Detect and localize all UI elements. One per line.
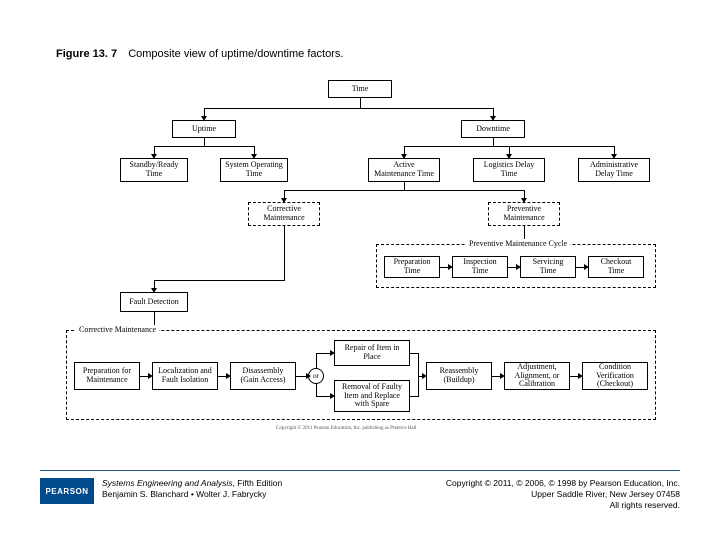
pearson-logo: PEARSON [40,478,94,504]
book-title: Systems Engineering and Analysis, [102,478,235,488]
node-pm-insp: Inspection Time [452,256,508,278]
node-cm-prep: Preparation for Maintenance [74,362,140,390]
pm-cycle-label: Preventive Maintenance Cycle [466,239,570,248]
node-time: Time [328,80,392,98]
figure-caption: Figure 13. 7 Composite view of uptime/do… [56,48,343,60]
node-uptime: Uptime [172,120,236,138]
node-active-maint: Active Maintenance Time [368,158,440,182]
node-standby: Standby/Ready Time [120,158,188,182]
figure-number: Figure 13. 7 [56,48,117,60]
node-cm-adj: Adjustment, Alignment, or Calibration [504,362,570,390]
node-corrective: Corrective Maintenance [248,202,320,226]
node-pm-serv: Servicing Time [520,256,576,278]
node-pm-prep: Preparation Time [384,256,440,278]
copyright-line-3: All rights reserved. [446,500,680,511]
book-authors: Benjamin S. Blanchard • Wolter J. Fabryc… [102,489,282,500]
figure-source-copyright: Copyright © 2011 Pearson Education, Inc.… [276,426,416,431]
copyright-block: Copyright © 2011, © 2006, © 1998 by Pear… [446,478,680,511]
copyright-line-2: Upper Saddle River, New Jersey 07458 [446,489,680,500]
footer: PEARSON Systems Engineering and Analysis… [40,478,680,511]
node-preventive: Preventive Maintenance [488,202,560,226]
node-cm-ver: Condition Verification (Checkout) [582,362,648,390]
node-admin-delay: Administrative Delay Time [578,158,650,182]
node-cm-dis: Disassembly (Gain Access) [230,362,296,390]
figure-title: Composite view of uptime/downtime factor… [128,48,343,60]
node-cm-rep-swap: Removal of Faulty Item and Replace with … [334,380,410,412]
node-log-delay: Logistics Delay Time [473,158,545,182]
diagram-area: Time Uptime Downtime Standby/Ready Time … [56,80,664,440]
node-sysop: System Operating Time [220,158,288,182]
cm-cycle-label: Corrective Maintenance [76,325,159,334]
node-fault-detection: Fault Detection [120,292,188,312]
node-downtime: Downtime [461,120,525,138]
copyright-line-1: Copyright © 2011, © 2006, © 1998 by Pear… [446,478,680,489]
publisher-block: PEARSON Systems Engineering and Analysis… [40,478,282,511]
node-cm-reass: Reassembly (Buildup) [426,362,492,390]
node-cm-loc: Localization and Fault Isolation [152,362,218,390]
book-edition: Fifth Edition [237,478,282,488]
book-info: Systems Engineering and Analysis, Fifth … [102,478,282,500]
node-cm-rep-place: Repair of Item in Place [334,340,410,366]
node-pm-check: Checkout Time [588,256,644,278]
footer-rule [40,470,680,471]
